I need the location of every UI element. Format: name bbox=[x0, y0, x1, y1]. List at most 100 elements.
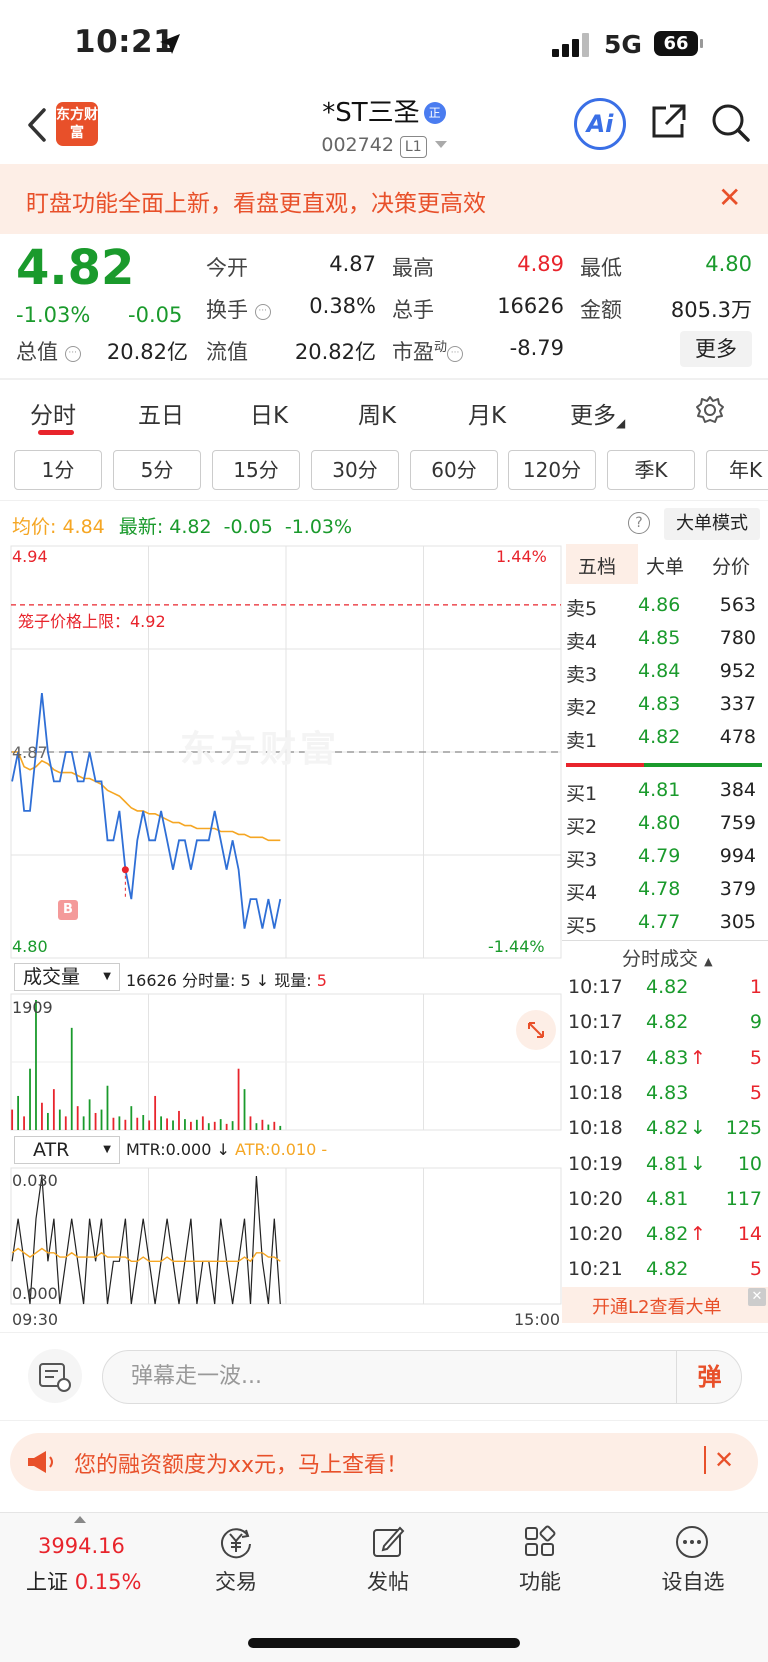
open-value: 4.87 bbox=[329, 252, 376, 276]
divider bbox=[704, 1446, 706, 1474]
trade-row: 10:18 4.83 5 bbox=[566, 1082, 762, 1112]
tab-intraday[interactable]: 分时 bbox=[30, 396, 76, 430]
trades-title[interactable]: 分时成交 ▲ bbox=[622, 944, 713, 971]
post-edit-icon[interactable] bbox=[370, 1524, 406, 1560]
tab-post[interactable]: 发帖 bbox=[350, 1566, 426, 1596]
period-year-k[interactable]: 年K bbox=[706, 450, 768, 490]
volume-bar bbox=[148, 1120, 151, 1130]
trade-row: 10:18 4.82 ↓ 125 bbox=[566, 1117, 762, 1147]
buy-level-label: 买1 bbox=[566, 783, 598, 805]
period-15min[interactable]: 15分 bbox=[212, 450, 300, 490]
trade-price: 4.82 bbox=[646, 976, 689, 998]
sell-level-row[interactable]: 卖4 4.85 780 bbox=[566, 627, 762, 657]
amount-value: 805.3万 bbox=[670, 298, 752, 322]
price-high-label: 4.94 bbox=[12, 547, 48, 566]
atr-indicator-select[interactable]: ATR ▼ bbox=[14, 1136, 120, 1164]
l2-close-icon[interactable]: ✕ bbox=[748, 1288, 766, 1306]
trade-price: 4.83 bbox=[646, 1081, 689, 1104]
time-start-label: 09:30 bbox=[12, 1310, 59, 1329]
sell-level-row[interactable]: 卖3 4.84 952 bbox=[566, 660, 762, 690]
volume-bar bbox=[154, 1095, 157, 1130]
buy-marker[interactable]: B bbox=[58, 900, 78, 920]
trade-volume: 10 bbox=[737, 1152, 762, 1175]
float-cap-value: 20.82亿 bbox=[294, 340, 376, 364]
buy-level-row[interactable]: 买3 4.79 994 bbox=[566, 845, 762, 875]
arrow-up-icon: ↑ bbox=[690, 1223, 706, 1246]
period-120min[interactable]: 120分 bbox=[508, 450, 596, 490]
volume-indicator-select[interactable]: 成交量 ▼ bbox=[14, 963, 120, 991]
tab-five-day[interactable]: 五日 bbox=[138, 396, 184, 430]
buy-level-volume: 379 bbox=[719, 878, 756, 900]
volume-bar bbox=[58, 1109, 61, 1130]
tab-five-levels[interactable]: 五档 bbox=[578, 552, 616, 579]
buy-level-row[interactable]: 买4 4.78 379 bbox=[566, 878, 762, 908]
tab-trade[interactable]: 交易 bbox=[198, 1566, 274, 1596]
trade-yuan-icon[interactable] bbox=[218, 1524, 254, 1560]
tab-weekly-k[interactable]: 周K bbox=[358, 396, 396, 430]
index-name-row[interactable]: 上证 0.15% bbox=[26, 1566, 141, 1596]
buy-level-volume: 759 bbox=[719, 812, 756, 834]
intraday-chart[interactable] bbox=[0, 544, 562, 1334]
trade-price: 4.82 bbox=[646, 1011, 689, 1034]
danmu-input[interactable]: 弹幕走一波... bbox=[102, 1350, 742, 1404]
tab-function[interactable]: 功能 bbox=[502, 1566, 578, 1596]
buy-level-label: 买5 bbox=[566, 915, 598, 937]
period-30min[interactable]: 30分 bbox=[311, 450, 399, 490]
signal-icon bbox=[552, 33, 592, 57]
ai-assistant-icon[interactable]: Ai bbox=[574, 98, 626, 150]
tab-add-watchlist[interactable]: 设自选 bbox=[650, 1566, 736, 1596]
more-button[interactable]: 更多 bbox=[680, 331, 752, 367]
trade-price: 4.81 bbox=[646, 1152, 689, 1175]
expand-icon[interactable] bbox=[516, 1010, 556, 1050]
period-60min[interactable]: 60分 bbox=[410, 450, 498, 490]
volume-bar bbox=[207, 1123, 210, 1130]
open-label: 今开 bbox=[206, 256, 248, 280]
settings-gear-icon[interactable] bbox=[694, 394, 726, 426]
index-value[interactable]: 3994.16 bbox=[38, 1534, 125, 1558]
location-arrow-icon bbox=[160, 34, 180, 54]
turnover-label[interactable]: 换手 ··· bbox=[206, 294, 271, 324]
tab-daily-k[interactable]: 日K bbox=[250, 396, 288, 430]
help-icon[interactable]: ? bbox=[628, 512, 650, 534]
buy-level-row[interactable]: 买5 4.77 305 bbox=[566, 911, 762, 941]
change-percent: -1.03% bbox=[16, 303, 91, 327]
total-cap-label[interactable]: 总值 ··· bbox=[16, 336, 81, 366]
volume-bar bbox=[225, 1123, 228, 1130]
sell-level-row[interactable]: 卖5 4.86 563 bbox=[566, 594, 762, 624]
volume-bar bbox=[195, 1119, 198, 1130]
trade-volume: 9 bbox=[749, 1011, 762, 1034]
sell-level-row[interactable]: 卖2 4.83 337 bbox=[566, 693, 762, 723]
limit-price-label: 笼子价格上限：4.92 bbox=[18, 612, 166, 631]
tab-monthly-k[interactable]: 月K bbox=[468, 396, 506, 430]
danmu-send-button[interactable]: 弹 bbox=[676, 1350, 742, 1404]
tab-price-dist[interactable]: 分价 bbox=[712, 552, 750, 579]
network-type: 5G bbox=[604, 30, 642, 59]
volume-bar bbox=[189, 1121, 192, 1130]
close-icon[interactable]: ✕ bbox=[718, 184, 741, 212]
buy-level-row[interactable]: 买2 4.80 759 bbox=[566, 812, 762, 842]
trade-volume: 14 bbox=[737, 1223, 762, 1246]
period-1min[interactable]: 1分 bbox=[14, 450, 102, 490]
tab-more[interactable]: 更多◢ bbox=[570, 396, 625, 430]
period-quarter-k[interactable]: 季K bbox=[607, 450, 695, 490]
close-icon[interactable]: ✕ bbox=[714, 1446, 734, 1474]
function-grid-icon[interactable] bbox=[522, 1524, 558, 1560]
sell-level-price: 4.82 bbox=[638, 726, 681, 748]
buy-level-row[interactable]: 买1 4.81 384 bbox=[566, 779, 762, 809]
volume-bar bbox=[255, 1123, 258, 1130]
trade-price: 4.82 bbox=[646, 1223, 689, 1246]
volume-bar bbox=[64, 1116, 67, 1130]
sell-level-label: 卖5 bbox=[566, 598, 598, 620]
big-order-mode-button[interactable]: 大单模式 bbox=[664, 508, 760, 540]
search-icon[interactable] bbox=[710, 102, 752, 144]
volume-value: 16626 bbox=[497, 294, 564, 318]
watchlist-dots-icon[interactable] bbox=[674, 1524, 710, 1560]
danmu-toggle-icon[interactable] bbox=[28, 1349, 82, 1403]
trade-time: 10:18 bbox=[568, 1117, 623, 1140]
tab-big-orders[interactable]: 大单 bbox=[646, 552, 684, 579]
sell-level-row[interactable]: 卖1 4.82 478 bbox=[566, 726, 762, 756]
pe-label[interactable]: 市盈动 ··· bbox=[392, 336, 464, 366]
period-5min[interactable]: 5分 bbox=[113, 450, 201, 490]
share-icon[interactable] bbox=[648, 102, 688, 142]
trade-price: 4.82 bbox=[646, 1258, 689, 1281]
